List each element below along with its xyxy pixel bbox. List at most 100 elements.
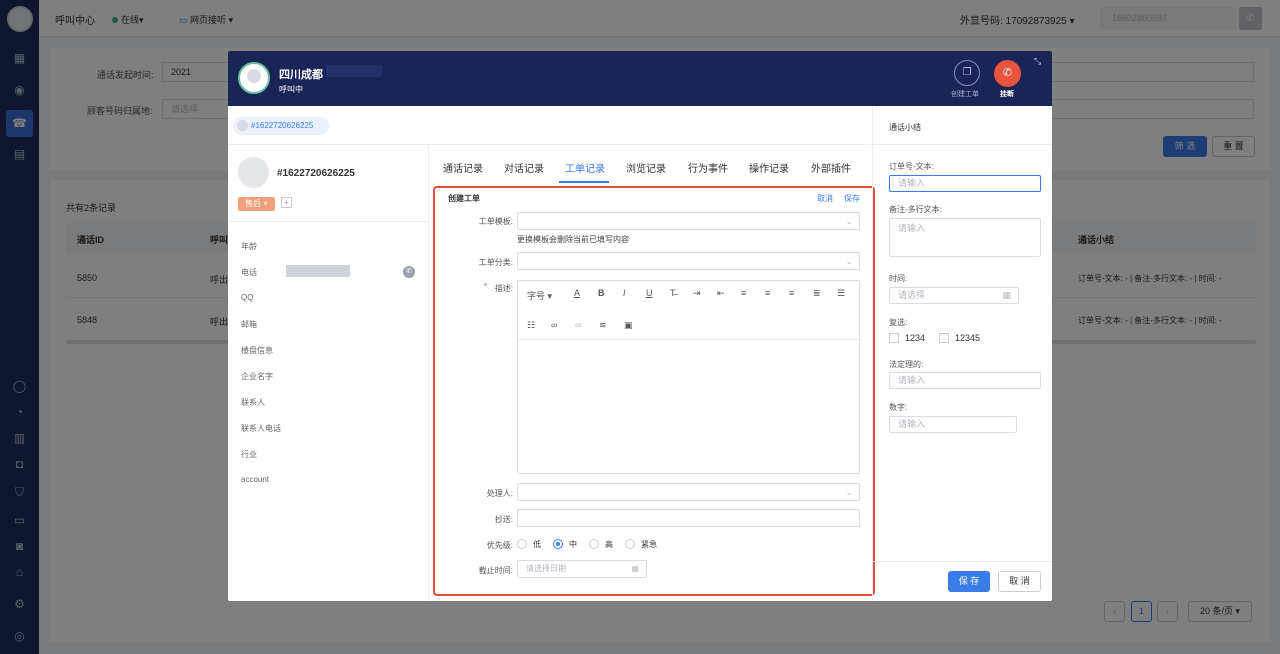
cc-label: 抄送: bbox=[494, 515, 513, 524]
customer-chip[interactable]: #1622720626225 bbox=[233, 117, 329, 135]
phone-call-icon[interactable]: ✆ bbox=[403, 266, 415, 278]
toolbar-divider bbox=[518, 339, 859, 340]
font-size-select[interactable]: 字号 ▾ bbox=[527, 289, 552, 302]
caller-location: 四川成都 bbox=[279, 69, 323, 81]
tab-operation-records[interactable]: 操作记录 bbox=[749, 160, 789, 175]
template-select[interactable]: ⌄ bbox=[517, 212, 860, 230]
tab-chat-records[interactable]: 对话记录 bbox=[504, 160, 544, 175]
ticket-save-link[interactable]: 保存 bbox=[844, 193, 860, 204]
priority-label: 优先级: bbox=[486, 541, 513, 550]
divider bbox=[873, 144, 1052, 145]
field-email: 邮箱 bbox=[241, 320, 257, 329]
promise-input[interactable]: 请输入 bbox=[889, 372, 1041, 389]
call-status: 呼叫中 bbox=[279, 85, 303, 94]
calendar-icon: ▦ bbox=[1002, 290, 1011, 300]
masked-number bbox=[326, 65, 382, 77]
field-industry: 行业 bbox=[241, 450, 257, 459]
handler-select[interactable]: ⌄ bbox=[517, 483, 860, 501]
field-age: 年龄 bbox=[241, 242, 257, 251]
tag-badge[interactable]: 售后 × bbox=[238, 197, 275, 211]
ordered-list-icon[interactable]: ☷ bbox=[527, 320, 535, 331]
tab-call-records[interactable]: 通话记录 bbox=[443, 160, 483, 175]
summary-cancel-button[interactable]: 取 消 bbox=[998, 571, 1041, 592]
call-header: 四川成都 呼叫中 ❐ 创建工单 ✆ 挂断 ⤡ bbox=[228, 51, 1052, 106]
checkbox-12345-label: 12345 bbox=[955, 333, 981, 343]
summary-save-button[interactable]: 保 存 bbox=[948, 571, 990, 592]
time-picker[interactable]: 请选择 ▦ bbox=[889, 287, 1019, 304]
align-right-icon[interactable]: ≡ bbox=[789, 288, 794, 298]
bullet-list-icon[interactable]: ☰ bbox=[837, 288, 845, 299]
customer-id: #1622720626225 bbox=[277, 168, 355, 179]
time-label: 时间: bbox=[889, 274, 908, 283]
create-ticket-icon[interactable]: ❐ bbox=[954, 60, 980, 86]
minimize-icon[interactable]: ⤡ bbox=[1034, 56, 1041, 67]
call-modal: 四川成都 呼叫中 ❐ 创建工单 ✆ 挂断 ⤡ #1622720626225 #1… bbox=[228, 51, 1052, 601]
divider bbox=[228, 144, 871, 145]
tab-ticket-records[interactable]: 工单记录 bbox=[565, 160, 605, 175]
template-label: 工单模板: bbox=[478, 217, 513, 226]
priority-medium-radio[interactable] bbox=[553, 539, 563, 549]
handler-label: 处理人: bbox=[486, 489, 513, 498]
align-left-icon[interactable]: ≡ bbox=[741, 288, 746, 298]
ticket-form-title: 创建工单 bbox=[448, 194, 480, 203]
priority-high-radio[interactable] bbox=[589, 539, 599, 549]
hangup-label: 挂断 bbox=[1000, 91, 1014, 98]
justify-icon[interactable]: ≣ bbox=[813, 288, 821, 299]
field-building: 楼盘信息 bbox=[241, 346, 273, 355]
chip-avatar bbox=[237, 120, 248, 131]
add-tag-button[interactable]: + bbox=[281, 197, 292, 208]
description-editor[interactable] bbox=[517, 280, 860, 474]
customer-avatar bbox=[238, 157, 269, 188]
field-contact-phone: 联系人电话 bbox=[241, 424, 281, 433]
ticket-cancel-link[interactable]: 取消 bbox=[817, 193, 833, 204]
checkbox-1234[interactable] bbox=[889, 333, 899, 343]
image-icon[interactable]: ▣ bbox=[624, 320, 633, 331]
chevron-down-icon: ⌄ bbox=[845, 216, 853, 226]
font-color-icon[interactable]: A bbox=[574, 288, 580, 298]
unlink-icon[interactable]: ∞ bbox=[575, 320, 581, 330]
link-icon[interactable]: ∞ bbox=[551, 320, 557, 330]
priority-urgent-label: 紧急 bbox=[641, 540, 657, 549]
align-center-icon[interactable]: ≡ bbox=[765, 288, 770, 298]
field-qq: QQ bbox=[241, 293, 254, 302]
active-tab-indicator bbox=[559, 181, 609, 183]
chevron-down-icon: ⌄ bbox=[845, 256, 853, 266]
create-ticket-label: 创建工单 bbox=[951, 91, 979, 98]
checkbox-12345[interactable] bbox=[939, 333, 949, 343]
calendar-icon: ▦ bbox=[631, 564, 639, 573]
remark-textarea[interactable]: 请输入 bbox=[889, 218, 1041, 257]
clear-format-icon[interactable]: T̶ bbox=[670, 288, 676, 298]
description-label: 描述: bbox=[494, 284, 513, 293]
promise-label: 法定理的: bbox=[889, 360, 924, 369]
summary-title: 通话小结 bbox=[889, 123, 921, 132]
divider bbox=[428, 145, 429, 601]
tab-behavior-events[interactable]: 行为事件 bbox=[688, 160, 728, 175]
tab-browse-records[interactable]: 浏览记录 bbox=[626, 160, 666, 175]
order-input[interactable]: 请输入 bbox=[889, 175, 1041, 192]
order-label: 订单号-文本: bbox=[889, 162, 934, 171]
priority-low-label: 低 bbox=[533, 540, 541, 549]
number-input[interactable]: 请输入 bbox=[889, 416, 1017, 433]
category-select[interactable]: ⌄ bbox=[517, 252, 860, 270]
outdent-icon[interactable]: ⇤ bbox=[717, 288, 725, 299]
checkbox-label: 复选: bbox=[889, 318, 908, 327]
underline-icon[interactable]: U bbox=[646, 288, 653, 298]
indent-icon[interactable]: ⇥ bbox=[693, 288, 701, 299]
category-label: 工单分类: bbox=[478, 258, 513, 267]
priority-urgent-radio[interactable] bbox=[625, 539, 635, 549]
hangup-icon[interactable]: ✆ bbox=[994, 60, 1021, 87]
cc-input[interactable] bbox=[517, 509, 860, 527]
divider bbox=[873, 561, 1052, 562]
divider bbox=[228, 221, 428, 222]
remark-label: 备注-多行文本: bbox=[889, 205, 942, 214]
caller-avatar bbox=[238, 62, 270, 94]
template-hint: 更换模板会删除当前已填写内容 bbox=[517, 235, 629, 244]
tab-external-plugins[interactable]: 外部插件 bbox=[811, 160, 851, 175]
priority-low-radio[interactable] bbox=[517, 539, 527, 549]
priority-high-label: 高 bbox=[605, 540, 613, 549]
bold-icon[interactable]: B bbox=[598, 288, 605, 298]
deadline-date-picker[interactable]: 请选择日期 ▦ bbox=[517, 560, 647, 578]
italic-icon[interactable]: I bbox=[623, 288, 626, 298]
field-contact: 联系人 bbox=[241, 398, 265, 407]
strikethrough-icon[interactable]: ≋ bbox=[599, 320, 607, 331]
